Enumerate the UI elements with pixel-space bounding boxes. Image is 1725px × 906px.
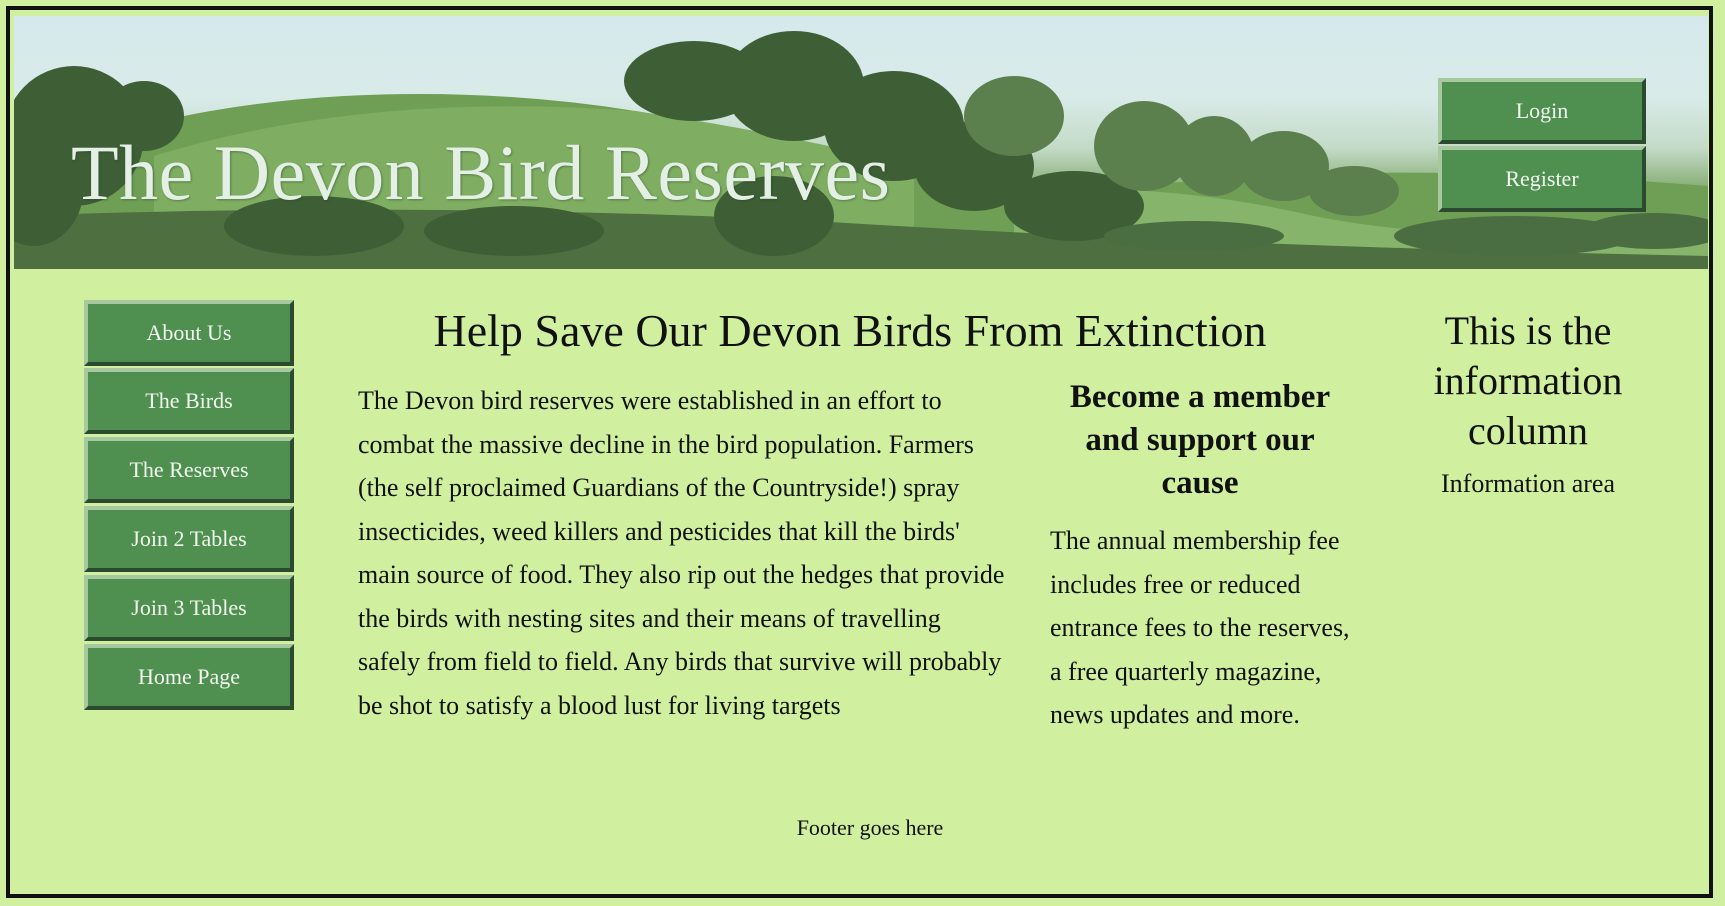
nav-the-reserves-button[interactable]: The Reserves [84,437,294,503]
main-heading: Help Save Our Devon Birds From Extinctio… [433,305,1267,356]
main-paragraph: The Devon bird reserves were established… [358,386,1005,720]
information-text: Information area [1441,469,1615,498]
nav-join-3-tables-button[interactable]: Join 3 Tables [84,575,294,641]
site-title: The Devon Bird Reserves [71,129,891,216]
nav-about-us-button[interactable]: About Us [84,300,294,366]
nav-join-2-tables-button[interactable]: Join 2 Tables [84,506,294,572]
nav-home-page-button[interactable]: Home Page [84,644,294,710]
page-frame: The Devon Bird Reserves Login Register A… [6,6,1713,898]
login-button[interactable]: Login [1438,78,1646,144]
membership-section: Become a member and support our cause Th… [1050,376,1350,737]
membership-heading: Become a member and support our cause [1069,379,1331,501]
membership-paragraph: The annual membership fee includes free … [1050,526,1350,729]
nav-the-birds-button[interactable]: The Birds [84,368,294,434]
information-column: This is the information column Informati… [1408,306,1648,500]
footer: Footer goes here [796,815,944,840]
register-button[interactable]: Register [1438,146,1646,212]
header-banner: The Devon Bird Reserves Login Register [14,16,1708,269]
information-heading: This is the information column [1433,308,1623,453]
